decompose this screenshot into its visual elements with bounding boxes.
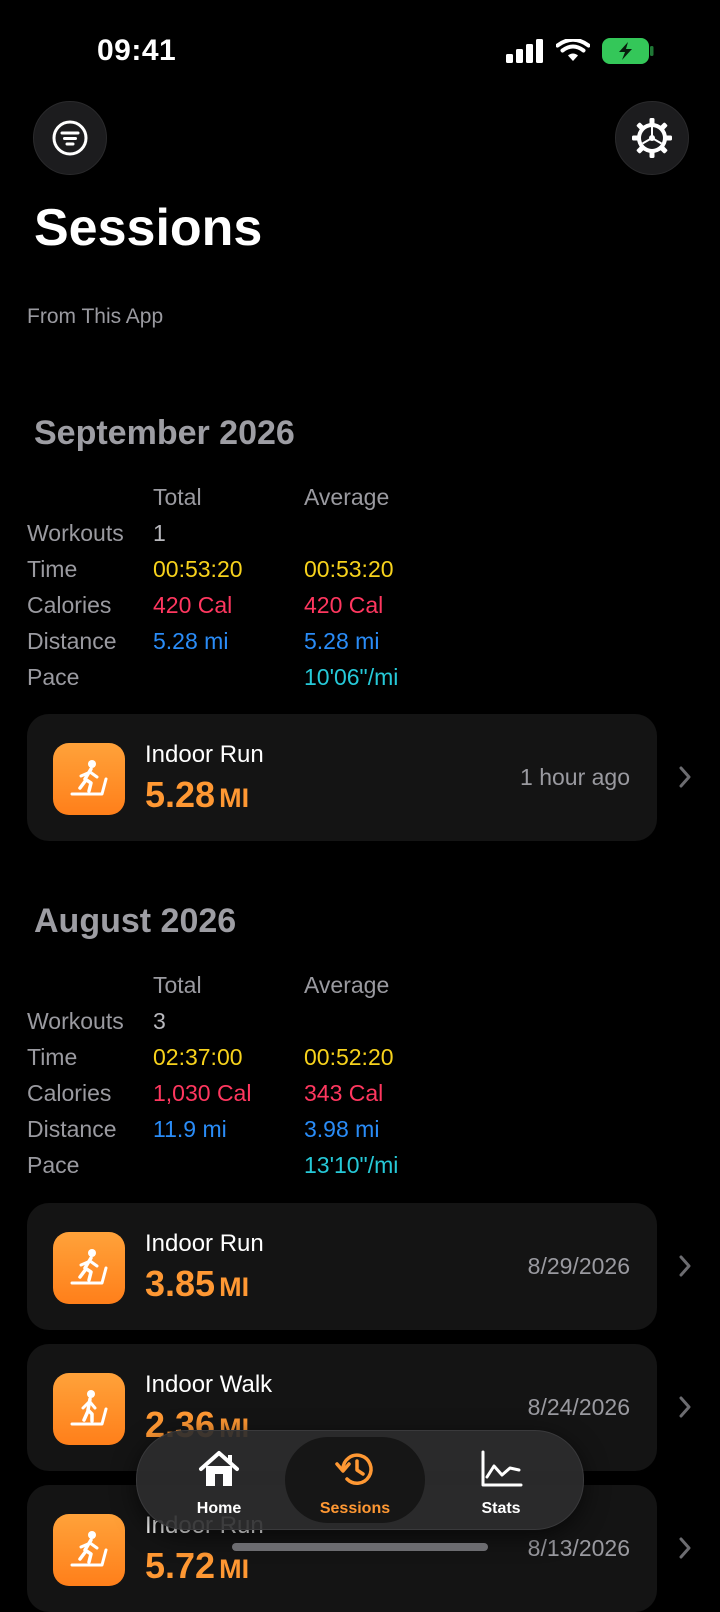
house-icon — [199, 1451, 239, 1486]
calories-total: 1,030 Cal — [153, 1080, 252, 1106]
time-total: 02:37:00 — [153, 1044, 243, 1070]
calories-average: 343 Cal — [304, 1080, 384, 1106]
workout-name: Indoor Walk — [145, 1371, 273, 1398]
workout-date: 8/13/2026 — [527, 1535, 630, 1561]
time-total: 00:53:20 — [153, 556, 243, 582]
time-average: 00:53:20 — [304, 556, 394, 582]
distance-value: 5.28 — [145, 774, 216, 815]
tab-label: Stats — [481, 1500, 521, 1517]
distance-total: 11.9 mi — [153, 1116, 227, 1142]
status-bar: 09:41 — [0, 0, 720, 100]
workouts-label: Workouts — [27, 1008, 124, 1034]
treadmill-icon — [53, 1514, 125, 1586]
workout-distance: 5.72 MI — [145, 1545, 249, 1587]
pace-row: Pace 13'10"/mi — [27, 1152, 547, 1188]
distance-unit: MI — [219, 783, 250, 813]
page-title: Sessions — [34, 199, 263, 257]
tab-home[interactable]: Home — [149, 1437, 289, 1523]
time-row: Time 02:37:00 00:52:20 — [27, 1044, 547, 1080]
total-header: Total — [153, 484, 202, 510]
filter-button[interactable] — [33, 101, 107, 175]
gear-icon — [632, 118, 672, 158]
status-time: 09:41 — [97, 34, 177, 67]
time-label: Time — [27, 1044, 78, 1070]
chevron-right-icon — [679, 766, 691, 788]
calories-row: Calories 1,030 Cal 343 Cal — [27, 1080, 547, 1116]
signal-icon — [506, 39, 543, 63]
workouts-total: 1 — [153, 520, 166, 546]
chevron-right-icon — [679, 1396, 691, 1418]
home-indicator — [232, 1543, 488, 1551]
month-summary: Total Average Workouts 3 Time 02:37:00 0… — [27, 972, 547, 1188]
pace-label: Pace — [27, 1152, 80, 1178]
chevron-right-icon — [679, 1255, 691, 1277]
pace-average: 13'10"/mi — [304, 1152, 399, 1178]
workouts-row: Workouts 3 — [27, 1008, 547, 1044]
workout-date: 8/29/2026 — [527, 1253, 630, 1279]
calories-label: Calories — [27, 1080, 112, 1106]
tab-stats[interactable]: Stats — [431, 1437, 571, 1523]
pace-row: Pace 10'06"/mi — [27, 664, 547, 700]
battery-icon — [602, 38, 654, 64]
total-header: Total — [153, 972, 202, 998]
workouts-row: Workouts 1 — [27, 520, 547, 556]
distance-value: 3.85 — [145, 1263, 216, 1304]
month-title: August 2026 — [34, 902, 237, 940]
history-icon — [335, 1453, 373, 1485]
tab-label: Home — [196, 1500, 242, 1517]
tab-label: Sessions — [319, 1500, 391, 1517]
wifi-icon — [556, 39, 590, 61]
distance-unit: MI — [219, 1272, 250, 1302]
workouts-total: 3 — [153, 1008, 166, 1034]
calories-average: 420 Cal — [304, 592, 384, 618]
time-label: Time — [27, 556, 78, 582]
workout-card[interactable]: Indoor Run 5.28 MI 1 hour ago — [27, 714, 691, 841]
distance-value: 5.72 — [145, 1545, 216, 1586]
distance-row: Distance 11.9 mi 3.98 mi — [27, 1116, 547, 1152]
chevron-right-icon — [679, 1537, 691, 1559]
distance-row: Distance 5.28 mi 5.28 mi — [27, 628, 547, 664]
calories-row: Calories 420 Cal 420 Cal — [27, 592, 547, 628]
workout-date: 8/24/2026 — [527, 1394, 630, 1420]
treadmill-walk-icon — [53, 1373, 125, 1445]
treadmill-icon — [53, 743, 125, 815]
workout-date: 1 hour ago — [520, 764, 630, 790]
distance-average: 3.98 mi — [304, 1116, 380, 1142]
pace-label: Pace — [27, 664, 80, 690]
pace-average: 10'06"/mi — [304, 664, 399, 690]
average-header: Average — [304, 484, 390, 510]
workout-distance: 3.85 MI — [145, 1263, 249, 1305]
distance-average: 5.28 mi — [304, 628, 380, 654]
treadmill-icon — [53, 1232, 125, 1304]
workout-name: Indoor Run — [145, 741, 264, 768]
settings-button[interactable] — [615, 101, 689, 175]
calories-label: Calories — [27, 592, 112, 618]
month-title: September 2026 — [34, 414, 295, 452]
summary-header-row: Total Average — [27, 484, 547, 520]
tab-sessions[interactable]: Sessions — [285, 1437, 425, 1523]
workout-name: Indoor Run — [145, 1230, 264, 1257]
status-icons — [506, 38, 654, 64]
time-average: 00:52:20 — [304, 1044, 394, 1070]
workout-card[interactable]: Indoor Run 3.85 MI 8/29/2026 — [27, 1203, 691, 1330]
filter-icon — [52, 120, 88, 156]
distance-unit: MI — [219, 1554, 250, 1584]
workout-distance: 5.28 MI — [145, 774, 249, 816]
time-row: Time 00:53:20 00:53:20 — [27, 556, 547, 592]
tab-bar: Home Sessions Stats — [136, 1430, 584, 1530]
calories-total: 420 Cal — [153, 592, 233, 618]
month-summary: Total Average Workouts 1 Time 00:53:20 0… — [27, 484, 547, 700]
source-label: From This App — [27, 305, 164, 328]
summary-header-row: Total Average — [27, 972, 547, 1008]
workouts-label: Workouts — [27, 520, 124, 546]
average-header: Average — [304, 972, 390, 998]
distance-label: Distance — [27, 628, 117, 654]
distance-label: Distance — [27, 1116, 117, 1142]
chart-line-icon — [481, 1450, 523, 1487]
distance-total: 5.28 mi — [153, 628, 229, 654]
